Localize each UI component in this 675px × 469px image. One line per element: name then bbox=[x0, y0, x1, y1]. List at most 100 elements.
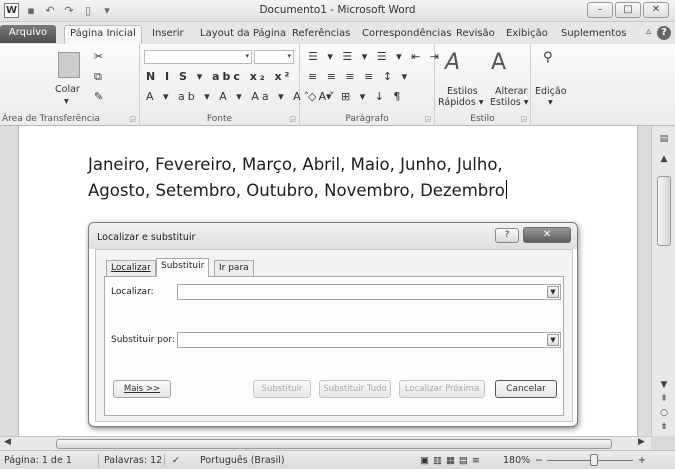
cancel-button[interactable]: Cancelar bbox=[495, 380, 557, 398]
paragraph-launcher-icon[interactable]: ◲ bbox=[424, 115, 431, 123]
find-dropdown-icon[interactable]: ▼ bbox=[547, 286, 559, 298]
paste-button[interactable]: Colar bbox=[55, 84, 80, 95]
tab-file[interactable]: Arquivo bbox=[0, 25, 56, 43]
editing-group: ⚲ Edição ▾ bbox=[531, 44, 575, 126]
clipboard-launcher-icon[interactable]: ◲ bbox=[129, 115, 136, 123]
language-status[interactable]: Português (Brasil) bbox=[200, 455, 285, 466]
copy-icon[interactable]: ⧉ bbox=[94, 70, 102, 84]
status-bar: Página: 1 de 1 Palavras: 12 ✓ Português … bbox=[0, 450, 675, 469]
minimize-button[interactable]: – bbox=[587, 2, 613, 18]
find-replace-dialog: Localizar e substituir ? ✕ Localizar Sub… bbox=[88, 222, 578, 427]
paragraph-group-label: Parágrafo bbox=[345, 114, 389, 124]
document-line-2-text: Agosto, Setembro, Outubro, Novembro, Dez… bbox=[88, 181, 505, 200]
help-icon[interactable]: ? bbox=[657, 26, 671, 40]
zoom-out-button[interactable]: − bbox=[535, 455, 543, 466]
shading-row[interactable]: ◇ ▾ ⊞ ▾ ↓ ¶ bbox=[308, 90, 403, 103]
vertical-scrollbar[interactable]: ▤ ▲ ▼ ⇞ ○ ⇟ bbox=[651, 126, 675, 436]
tab-review[interactable]: Revisão bbox=[456, 26, 495, 44]
tab-mailings[interactable]: Correspondências bbox=[362, 26, 452, 44]
tab-insert[interactable]: Inserir bbox=[152, 26, 184, 44]
document-text[interactable]: Janeiro, Fevereiro, Março, Abril, Maio, … bbox=[88, 152, 628, 204]
vertical-scroll-thumb[interactable] bbox=[657, 176, 671, 246]
maximize-button[interactable]: □ bbox=[615, 2, 641, 18]
font-format-row[interactable]: N I S ▾ abc x₂ x² bbox=[146, 70, 292, 83]
tab-view[interactable]: Exibição bbox=[506, 26, 548, 44]
cut-icon[interactable]: ✂ bbox=[94, 50, 103, 63]
next-page-icon[interactable]: ⇟ bbox=[657, 422, 671, 432]
view-buttons[interactable]: ▣▥▦▤≡ bbox=[420, 455, 484, 466]
list-buttons-row[interactable]: ☰ ▾ ☰ ▾ ☰ ▾ ⇤ ⇥ bbox=[308, 50, 442, 63]
quick-styles-icon[interactable]: A bbox=[445, 50, 460, 75]
window-title: Documento1 - Microsoft Word bbox=[259, 4, 416, 16]
scroll-down-icon[interactable]: ▼ bbox=[657, 380, 671, 390]
clipboard-group: Colar ▾ ✂ ⧉ ✎ Área de Transferência ◲ bbox=[0, 44, 140, 126]
binoculars-icon[interactable]: ⚲ bbox=[543, 50, 553, 65]
alignment-row[interactable]: ≡ ≡ ≡ ≡ ↕ ▾ bbox=[308, 70, 410, 83]
format-painter-icon[interactable]: ✎ bbox=[94, 90, 103, 103]
zoom-in-button[interactable]: + bbox=[638, 455, 646, 466]
scroll-up-icon[interactable]: ▲ bbox=[657, 154, 671, 164]
page-count-status[interactable]: Página: 1 de 1 bbox=[4, 455, 72, 466]
font-size-combo[interactable]: ▾ bbox=[254, 50, 294, 64]
dialog-body: Localizar Substituir Ir para Localizar: … bbox=[95, 249, 573, 422]
editing-dropdown-icon[interactable]: ▾ bbox=[548, 97, 553, 108]
tab-addins[interactable]: Suplementos bbox=[561, 26, 626, 44]
scroll-right-icon[interactable]: ▶ bbox=[638, 437, 645, 447]
editing-button[interactable]: Edição bbox=[535, 86, 567, 97]
paste-options-icon[interactable]: ▾ bbox=[64, 96, 69, 107]
replace-label: Substituir por: bbox=[111, 335, 175, 345]
more-button[interactable]: Mais >> bbox=[113, 380, 171, 398]
change-styles-label-2[interactable]: Estilos ▾ bbox=[490, 97, 529, 108]
change-styles-icon[interactable]: A bbox=[491, 50, 506, 75]
replace-tab-panel: Localizar: ▼ Substituir por: ▼ Mais >> S… bbox=[104, 276, 564, 416]
tab-page-layout[interactable]: Layout da Página bbox=[200, 26, 286, 44]
paragraph-group: ☰ ▾ ☰ ▾ ☰ ▾ ⇤ ⇥ ≡ ≡ ≡ ≡ ↕ ▾ ◇ ▾ ⊞ ▾ ↓ ¶ … bbox=[300, 44, 439, 126]
previous-page-icon[interactable]: ⇞ bbox=[657, 394, 671, 404]
find-input[interactable]: ▼ bbox=[177, 284, 561, 300]
tab-home[interactable]: Página Inicial bbox=[64, 25, 142, 44]
replace-all-button[interactable]: Substituir Tudo bbox=[319, 380, 391, 398]
horizontal-scrollbar[interactable]: ◀ ▶ bbox=[0, 436, 651, 450]
dialog-help-button[interactable]: ? bbox=[495, 228, 519, 243]
zoom-level[interactable]: 180% bbox=[503, 455, 530, 466]
font-group: ▾ ▾ N I S ▾ abc x₂ x² A ▾ ab ▾ A ▾ Aa ▾ … bbox=[140, 44, 335, 126]
style-group: A A Estilos Rápidos ▾ Alterar Estilos ▾ … bbox=[435, 44, 531, 126]
tab-find-label: Localizar bbox=[111, 263, 151, 273]
paste-icon[interactable] bbox=[58, 52, 80, 78]
replace-button[interactable]: Substituir bbox=[253, 380, 311, 398]
proofing-icon[interactable]: ✓ bbox=[172, 455, 180, 466]
status-separator bbox=[98, 454, 99, 466]
style-group-label: Estilo bbox=[470, 114, 495, 124]
font-launcher-icon[interactable]: ◲ bbox=[289, 115, 296, 123]
tab-replace[interactable]: Substituir bbox=[156, 258, 210, 277]
tab-references[interactable]: Referências bbox=[292, 26, 350, 44]
quick-styles-label[interactable]: Estilos bbox=[447, 86, 478, 97]
ruler-toggle-icon[interactable]: ▤ bbox=[657, 134, 671, 144]
dialog-title: Localizar e substituir bbox=[97, 232, 196, 243]
font-name-combo[interactable]: ▾ bbox=[144, 50, 252, 64]
scroll-left-icon[interactable]: ◀ bbox=[4, 437, 11, 447]
find-next-button[interactable]: Localizar Próxima bbox=[399, 380, 485, 398]
quick-styles-label-2[interactable]: Rápidos ▾ bbox=[438, 97, 483, 108]
replace-input[interactable]: ▼ bbox=[177, 332, 561, 348]
browse-object-icon[interactable]: ○ bbox=[657, 408, 671, 418]
horizontal-scroll-thumb[interactable] bbox=[56, 439, 612, 449]
text-caret bbox=[505, 180, 507, 199]
style-launcher-icon[interactable]: ◲ bbox=[520, 115, 527, 123]
close-window-button[interactable]: ✕ bbox=[643, 2, 669, 18]
document-line-1: Janeiro, Fevereiro, Março, Abril, Maio, … bbox=[88, 155, 503, 174]
collapse-ribbon-icon[interactable]: ▵ bbox=[646, 26, 651, 37]
find-label: Localizar: bbox=[111, 287, 154, 297]
ribbon: Colar ▾ ✂ ⧉ ✎ Área de Transferência ◲ ▾ … bbox=[0, 44, 675, 126]
replace-dropdown-icon[interactable]: ▼ bbox=[547, 334, 559, 346]
tab-find[interactable]: Localizar bbox=[106, 260, 156, 277]
word-count-status[interactable]: Palavras: 12 bbox=[104, 455, 162, 466]
dialog-close-button[interactable]: ✕ bbox=[523, 227, 571, 243]
ribbon-tabs: Arquivo Página Inicial Inserir Layout da… bbox=[0, 22, 675, 44]
title-bar: W ▪ ↶ ↷ ▯ ▾ Documento1 - Microsoft Word … bbox=[0, 0, 675, 22]
document-line-2: Agosto, Setembro, Outubro, Novembro, Dez… bbox=[88, 178, 628, 204]
change-styles-label[interactable]: Alterar bbox=[495, 86, 527, 97]
font-group-label: Fonte bbox=[206, 114, 233, 124]
zoom-slider-thumb[interactable] bbox=[590, 454, 598, 466]
tab-goto[interactable]: Ir para bbox=[214, 260, 254, 277]
